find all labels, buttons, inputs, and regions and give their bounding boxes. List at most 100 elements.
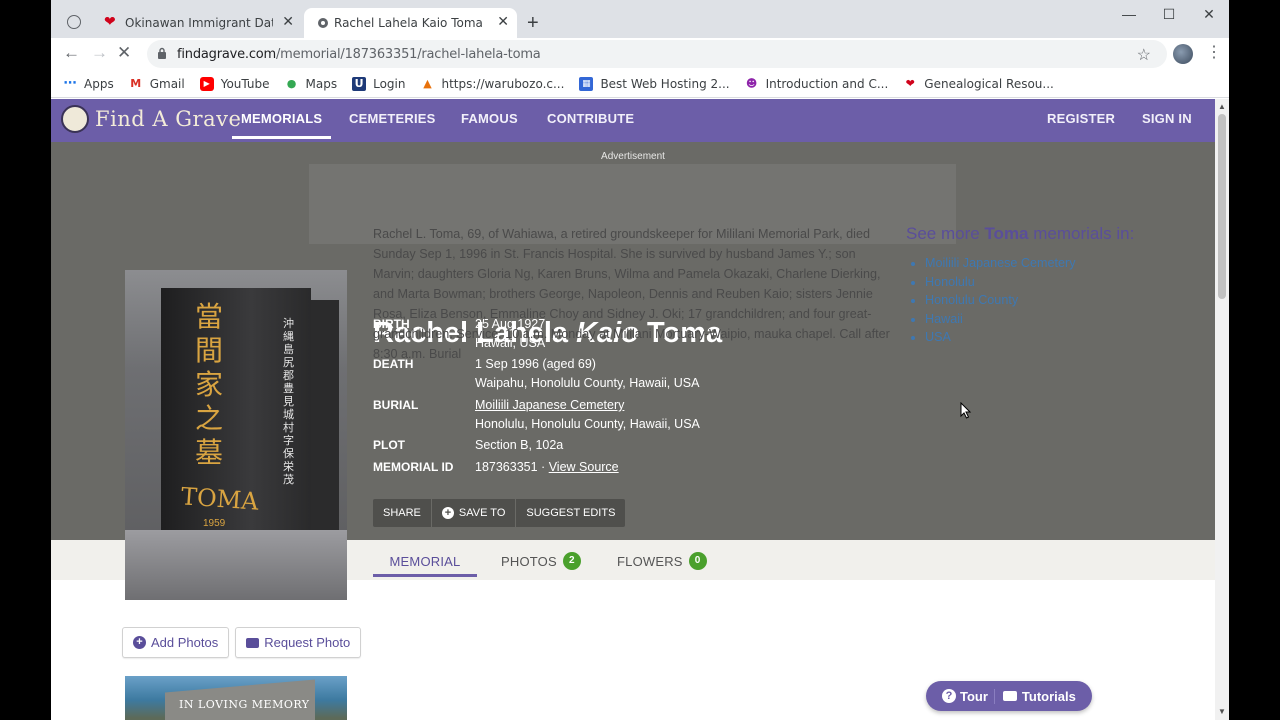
- close-tab-icon[interactable]: ✕: [282, 14, 294, 30]
- bookmark-apps[interactable]: ⋯ Apps: [63, 75, 114, 91]
- view-source-link[interactable]: View Source: [549, 460, 619, 474]
- plus-circle-icon: +: [441, 507, 454, 519]
- sign-in-link[interactable]: SIGN IN: [1142, 111, 1192, 126]
- memorial-id: 187363351 ·: [475, 460, 549, 474]
- tab-flowers-label: FLOWERS: [617, 553, 683, 569]
- stop-loading-button[interactable]: ✕: [117, 43, 131, 63]
- scrollbar-thumb[interactable]: [1218, 114, 1226, 299]
- see-more-link-state[interactable]: Hawaii: [925, 310, 1076, 329]
- obituary-text: Rachel L. Toma, 69, of Wahiawa, a retire…: [373, 227, 890, 361]
- findagrave-favicon: [318, 18, 328, 28]
- bookmark-genealogical[interactable]: ❤ Genealogical Resou...: [903, 77, 1054, 91]
- see-more-list: Moiliili Japanese Cemetery Honolulu Hono…: [925, 254, 1076, 347]
- tab-label: Okinawan Immigrant Database -: [125, 16, 273, 30]
- save-to-button[interactable]: + SAVE TO: [432, 499, 517, 527]
- add-photos-button[interactable]: + Add Photos: [122, 627, 230, 658]
- bookmark-label: Apps: [84, 76, 114, 91]
- bookmark-introduction[interactable]: ☻ Introduction and C...: [745, 76, 889, 91]
- see-more-link-cemetery[interactable]: Moiliili Japanese Cemetery: [925, 254, 1076, 273]
- headstone-photo[interactable]: 當間家之墓 沖縄島尻郡豊見城村字保栄茂 TOMA 1959: [125, 270, 347, 600]
- tutorials-button[interactable]: Tutorials: [993, 688, 1082, 704]
- cemetery-link[interactable]: Moiliili Japanese Cemetery: [475, 398, 624, 412]
- findagrave-logo[interactable]: Find A Grave: [61, 105, 241, 133]
- register-link[interactable]: REGISTER: [1047, 111, 1115, 126]
- nav-famous[interactable]: FAMOUS: [461, 111, 518, 126]
- bookmark-label: Introduction and C...: [765, 76, 889, 91]
- people-icon: ☻: [745, 76, 758, 90]
- photo-actions: + Add Photos Request Photo: [122, 627, 367, 658]
- maximize-button[interactable]: ☐: [1149, 0, 1189, 30]
- browser-menu-icon[interactable]: ⋮: [1206, 42, 1222, 62]
- bookmark-gmail[interactable]: M Gmail: [129, 77, 185, 91]
- grid-icon: ▦: [579, 76, 594, 91]
- web-page: Find A Grave MEMORIALS CEMETERIES FAMOUS…: [51, 99, 1215, 720]
- bookmark-label: Genealogical Resou...: [924, 76, 1054, 91]
- bookmark-login[interactable]: U Login: [352, 76, 406, 91]
- burial-value: Moiliili Japanese Cemetery Honolulu, Hono…: [475, 396, 700, 433]
- close-window-button[interactable]: ✕: [1189, 0, 1229, 30]
- headstone-side-inscription: 沖縄島尻郡豊見城村字保栄茂: [283, 318, 294, 486]
- bookmark-maps[interactable]: ● Maps: [285, 76, 337, 91]
- scroll-down-icon[interactable]: ▼: [1218, 707, 1226, 716]
- browser-window: ❤ Okinawan Immigrant Database - ✕ Rachel…: [51, 0, 1229, 720]
- back-button[interactable]: ←: [63, 43, 80, 63]
- tab-photos-label: PHOTOS: [501, 553, 557, 569]
- see-more-suffix: memorials in:: [1028, 224, 1135, 243]
- tour-button[interactable]: ? Tour: [936, 689, 994, 704]
- scroll-up-icon[interactable]: ▲: [1218, 102, 1226, 111]
- memorial-actions: SHARE + SAVE TO SUGGEST EDITS: [373, 499, 626, 527]
- mouse-cursor-icon: [960, 402, 972, 419]
- nav-memorials[interactable]: MEMORIALS: [232, 111, 332, 139]
- tab-flowers[interactable]: FLOWERS 0: [617, 552, 707, 570]
- help-pill: ? Tour Tutorials: [926, 681, 1092, 711]
- memorial-id-value: 187363351 · View Source: [475, 458, 619, 477]
- burial-place: Honolulu, Honolulu County, Hawaii, USA: [475, 416, 700, 431]
- see-more-surname: Toma: [984, 224, 1029, 243]
- request-photo-button[interactable]: Request Photo: [235, 627, 362, 658]
- maps-pin-icon: ●: [286, 76, 297, 90]
- add-photos-label: Add Photos: [151, 635, 219, 650]
- forward-button[interactable]: →: [91, 43, 108, 63]
- share-button[interactable]: SHARE: [373, 499, 432, 527]
- browser-tab-active[interactable]: Rachel Lahela Kaio Toma (1927-1 ✕: [304, 8, 517, 38]
- bookmark-web-hosting[interactable]: ▦ Best Web Hosting 2...: [579, 76, 730, 91]
- see-more-link-country[interactable]: USA: [925, 328, 1076, 347]
- close-tab-icon[interactable]: ✕: [497, 14, 509, 30]
- bookmark-warubozo[interactable]: ▲ https://warubozo.c...: [420, 77, 564, 91]
- skull-logo-icon: [61, 105, 89, 133]
- save-to-label: SAVE TO: [458, 507, 506, 519]
- tab-photos[interactable]: PHOTOS 2: [501, 552, 581, 570]
- video-camera-icon: [1002, 691, 1017, 701]
- bookmark-label: YouTube: [220, 76, 270, 91]
- bookmark-star-icon[interactable]: ☆: [1137, 45, 1151, 65]
- request-photo-label: Request Photo: [264, 635, 351, 650]
- gmail-icon: M: [130, 76, 142, 90]
- see-more-link-county[interactable]: Honolulu County: [925, 291, 1076, 310]
- profile-avatar[interactable]: [1173, 44, 1193, 64]
- browser-toolbar: ← → ✕ findagrave.com/memorial/187363351/…: [51, 38, 1229, 70]
- memorial-id-label: MEMORIAL ID: [373, 460, 454, 474]
- nav-contribute[interactable]: CONTRIBUTE: [547, 111, 634, 126]
- bookmark-label: Login: [373, 76, 406, 91]
- memorial-photo-thumbnail[interactable]: IN LOVING MEMORY: [125, 676, 347, 720]
- tab-label: Rachel Lahela Kaio Toma (1927-1: [334, 16, 484, 30]
- address-bar[interactable]: findagrave.com/memorial/187363351/rachel…: [147, 40, 1167, 68]
- see-more-link-city[interactable]: Honolulu: [925, 273, 1076, 292]
- browser-tab-okinawan-database[interactable]: ❤ Okinawan Immigrant Database - ✕: [95, 8, 302, 38]
- site-navbar: Find A Grave MEMORIALS CEMETERIES FAMOUS…: [51, 99, 1215, 142]
- new-tab-button[interactable]: +: [527, 12, 539, 35]
- see-more-prefix: See more: [906, 224, 985, 243]
- photos-count-badge: 2: [562, 552, 581, 570]
- advertisement-label: Advertisement: [601, 151, 665, 162]
- minimize-button[interactable]: —: [1109, 0, 1149, 30]
- bookmark-youtube[interactable]: ▶ YouTube: [199, 76, 270, 91]
- suggest-edits-button[interactable]: SUGGEST EDITS: [516, 499, 625, 527]
- tutorials-label: Tutorials: [1021, 688, 1076, 704]
- plot-value: Section B, 102a: [475, 438, 564, 452]
- url-host: findagrave.com: [177, 47, 276, 62]
- camera-icon: [246, 637, 260, 648]
- nav-cemeteries[interactable]: CEMETERIES: [349, 111, 436, 126]
- tab-memorial[interactable]: MEMORIAL: [373, 549, 477, 577]
- apps-grid-icon: ⋯: [63, 75, 77, 91]
- page-scrollbar[interactable]: ▲ ▼: [1215, 99, 1229, 720]
